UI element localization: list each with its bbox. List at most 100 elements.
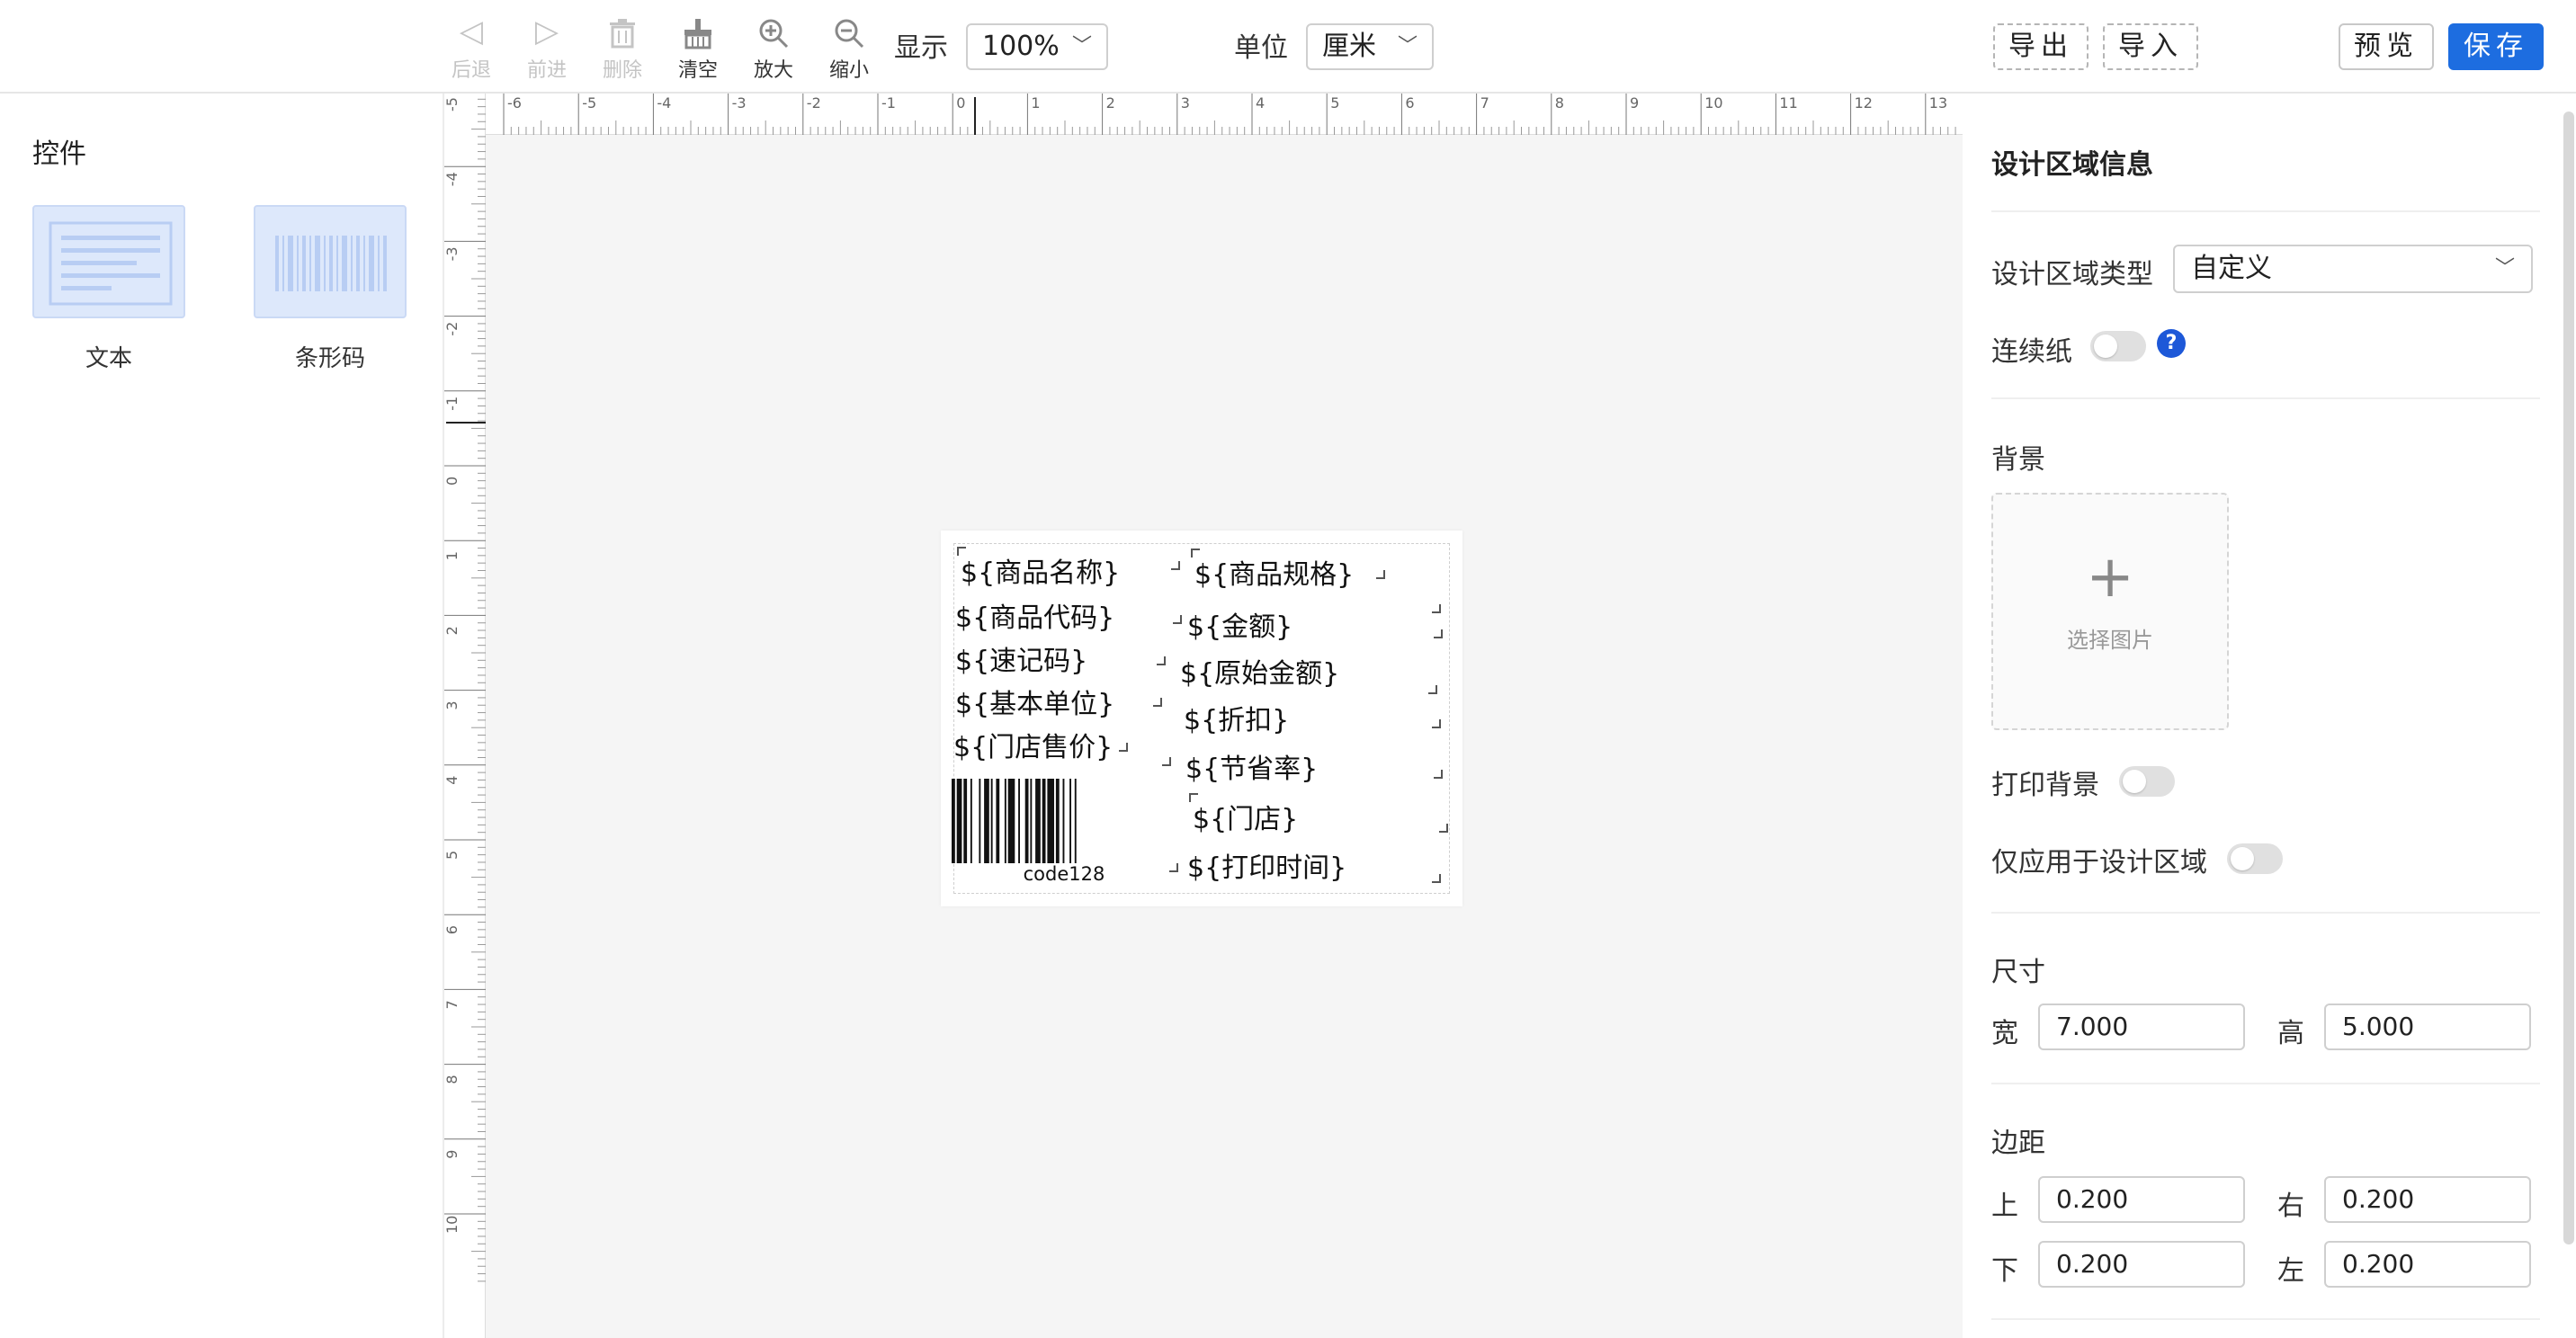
ruler-left-label: 8 xyxy=(444,1075,461,1084)
label-paper[interactable]: ${商品名称} ${商品代码} ${速记码} ${基本单位} ${门店售价} c… xyxy=(941,531,1462,906)
continuous-paper-toggle[interactable] xyxy=(2090,331,2146,361)
field-amount[interactable]: ${金额} xyxy=(1187,604,1292,644)
barcode-bar xyxy=(956,779,962,863)
resize-handle[interactable] xyxy=(1376,570,1385,579)
zoom-in-icon xyxy=(738,13,809,50)
ruler-top-label: -2 xyxy=(807,94,821,112)
resize-handle[interactable] xyxy=(1432,604,1441,613)
margin-left-label: 左 xyxy=(2277,1255,2304,1287)
barcode-bar xyxy=(952,779,955,863)
field-product-code[interactable]: ${商品代码} xyxy=(955,595,1114,635)
zoom-value: 100% xyxy=(982,31,1060,62)
text-widget[interactable]: 文本 xyxy=(32,205,185,373)
field-saving-rate[interactable]: ${节省率} xyxy=(1185,746,1318,786)
divider xyxy=(1991,1083,2540,1084)
zoom-select[interactable]: 100% ﹀ xyxy=(966,23,1108,70)
resize-handle[interactable] xyxy=(1169,863,1178,872)
ruler-left-label: 4 xyxy=(444,776,461,785)
apply-area-only-label: 仅应用于设计区域 xyxy=(1991,847,2207,879)
barcode-bar xyxy=(963,779,968,863)
ruler-top-label: 6 xyxy=(1405,94,1414,112)
resize-handle[interactable] xyxy=(1157,656,1166,665)
ruler-top-label: 10 xyxy=(1704,94,1722,112)
redo-button[interactable]: ▷ 前进 xyxy=(511,13,583,83)
trash-icon xyxy=(586,13,658,50)
divider xyxy=(1991,1318,2540,1320)
ruler-left-label: -2 xyxy=(444,322,461,336)
undo-button[interactable]: ◁ 后退 xyxy=(435,13,507,83)
barcode-bar xyxy=(984,779,989,863)
import-button[interactable]: 导入 xyxy=(2103,23,2198,70)
ruler-left-label: -5 xyxy=(444,97,461,112)
ruler-top-label: 7 xyxy=(1480,94,1489,112)
ruler-top-label: 13 xyxy=(1929,94,1947,112)
print-background-toggle[interactable] xyxy=(2119,766,2175,797)
resize-handle[interactable] xyxy=(1439,824,1448,833)
height-input[interactable]: 5.000 xyxy=(2324,1004,2531,1050)
margin-bottom-input[interactable]: 0.200 xyxy=(2038,1241,2245,1288)
ruler-top-label: 9 xyxy=(1630,94,1639,112)
zoom-out-icon xyxy=(813,13,885,50)
resize-handle[interactable] xyxy=(1432,874,1441,883)
ruler-top-label: 2 xyxy=(1106,94,1115,112)
resize-handle[interactable] xyxy=(1434,770,1443,779)
field-store-price[interactable]: ${门店售价} xyxy=(953,725,1113,764)
field-discount[interactable]: ${折扣} xyxy=(1184,698,1289,737)
delete-button[interactable]: 删除 xyxy=(586,13,658,83)
barcode-bar xyxy=(1024,779,1029,863)
scrollbar[interactable] xyxy=(2563,112,2574,1244)
field-product-spec[interactable]: ${商品规格} xyxy=(1191,549,1354,592)
barcode-bar xyxy=(1035,779,1041,863)
resize-handle[interactable] xyxy=(1162,757,1171,766)
help-icon[interactable]: ? xyxy=(2157,329,2186,358)
field-product-name[interactable]: ${商品名称} xyxy=(957,547,1120,590)
ruler-top-label: 12 xyxy=(1855,94,1873,112)
resize-handle[interactable] xyxy=(1171,561,1180,570)
field-original-amount[interactable]: ${原始金额} xyxy=(1180,651,1339,691)
field-shorthand-code[interactable]: ${速记码} xyxy=(955,638,1087,678)
field-store[interactable]: ${门店} xyxy=(1189,793,1298,836)
area-type-select[interactable]: 自定义 ﹀ xyxy=(2173,245,2533,293)
resize-handle[interactable] xyxy=(1434,629,1443,638)
resize-handle[interactable] xyxy=(1119,743,1128,752)
ruler-left-label: -3 xyxy=(444,246,461,261)
barcode-element[interactable]: code128 xyxy=(952,779,1176,887)
unit-select[interactable]: 厘米 ﹀ xyxy=(1306,23,1434,70)
ruler-left-label: 2 xyxy=(444,626,461,635)
zoom-out-button[interactable]: 缩小 xyxy=(813,13,885,83)
ruler-top-label: 0 xyxy=(956,94,965,112)
ruler-top-label: 8 xyxy=(1555,94,1564,112)
ruler-left-label: -1 xyxy=(444,397,461,411)
divider xyxy=(1991,397,2540,399)
divider xyxy=(1991,912,2540,914)
resize-handle[interactable] xyxy=(1153,698,1162,707)
chevron-down-icon: ﹀ xyxy=(2494,257,2515,280)
ruler-top-label: -4 xyxy=(657,94,671,112)
clear-button[interactable]: 清空 xyxy=(662,13,734,83)
resize-handle[interactable] xyxy=(1428,685,1437,694)
barcode-bar xyxy=(1030,779,1033,863)
text-widget-label: 文本 xyxy=(85,345,132,372)
margin-right-input[interactable]: 0.200 xyxy=(2324,1176,2531,1223)
ruler-left-label: 9 xyxy=(444,1150,461,1159)
margin-left-input[interactable]: 0.200 xyxy=(2324,1241,2531,1288)
margin-top-input[interactable]: 0.200 xyxy=(2038,1176,2245,1223)
design-canvas[interactable]: -6 -5 -4 -3 -2 -1 0 1 2 3 4 5 6 7 8 9 10 11 12 13 -5 -4 -3 -2-… xyxy=(444,94,1963,1338)
barcode-widget[interactable]: 条形码 xyxy=(254,205,407,373)
choose-image-button[interactable]: + 选择图片 xyxy=(1991,493,2229,730)
export-button[interactable]: 导出 xyxy=(1993,23,2089,70)
save-button[interactable]: 保存 xyxy=(2448,23,2544,70)
barcode-bar xyxy=(1004,779,1006,863)
width-input[interactable]: 7.000 xyxy=(2038,1004,2245,1050)
resize-handle[interactable] xyxy=(1173,615,1182,624)
field-print-time[interactable]: ${打印时间} xyxy=(1187,845,1346,885)
zoom-in-button[interactable]: 放大 xyxy=(738,13,809,83)
ruler-top-label: -3 xyxy=(732,94,747,112)
unit-label: 单位 xyxy=(1234,32,1288,64)
field-base-unit[interactable]: ${基本单位} xyxy=(955,682,1114,721)
barcode-bar xyxy=(1047,779,1054,863)
barcode-bar xyxy=(1074,779,1077,863)
resize-handle[interactable] xyxy=(1432,719,1441,728)
apply-area-only-toggle[interactable] xyxy=(2227,843,2283,874)
preview-button[interactable]: 预览 xyxy=(2339,23,2434,70)
